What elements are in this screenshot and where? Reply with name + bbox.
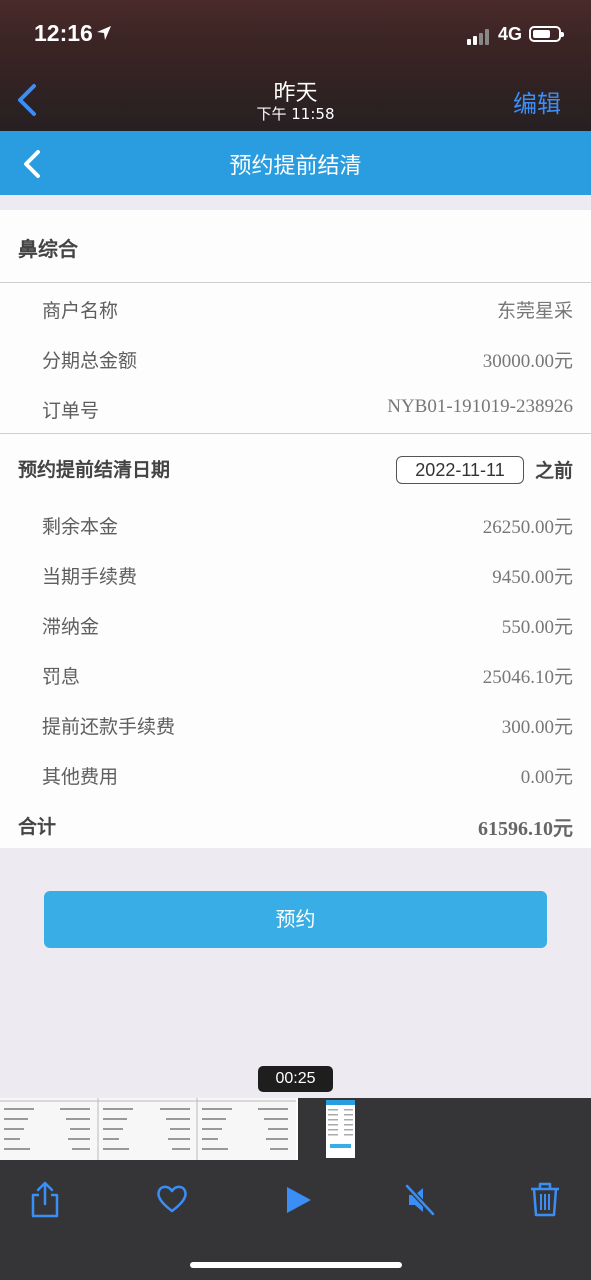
prepayment-fee-label: 提前还款手续费 [42, 716, 176, 738]
other-fees-label: 其他费用 [42, 766, 119, 788]
video-filmstrip[interactable] [0, 1098, 298, 1160]
video-timecode: 00:25 [258, 1066, 333, 1092]
late-fee-value: 550.00元 [501, 617, 573, 638]
app-header: 预约提前结清 [0, 131, 591, 195]
current-fee-value: 9450.00元 [492, 567, 573, 588]
heart-icon[interactable] [155, 1180, 189, 1218]
cell-signal-icon [467, 28, 493, 45]
late-fee-label: 滞纳金 [42, 616, 100, 638]
prepayment-fee-value: 300.00元 [501, 717, 573, 738]
muted-speaker-icon[interactable] [403, 1180, 437, 1218]
settlement-date-suffix: 之前 [534, 460, 573, 482]
video-thumbnail[interactable] [326, 1100, 355, 1158]
total-value: 61596.10元 [478, 818, 573, 840]
status-time: 12:16 [34, 20, 93, 46]
divider [0, 433, 591, 434]
merchant-value: 东莞星采 [496, 301, 573, 322]
battery-icon [529, 26, 564, 42]
order-number-value: NYB01-191019-238926 [387, 396, 573, 417]
divider [0, 282, 591, 283]
merchant-label: 商户名称 [42, 300, 119, 322]
edit-button[interactable]: 编辑 [513, 84, 561, 119]
play-icon[interactable] [283, 1180, 317, 1218]
remaining-principal-label: 剩余本金 [42, 516, 119, 538]
penalty-interest-label: 罚息 [42, 666, 81, 688]
trash-icon[interactable] [528, 1180, 562, 1218]
remaining-principal-value: 26250.00元 [482, 517, 573, 538]
penalty-interest-value: 25046.10元 [482, 667, 573, 688]
photo-viewer-header: 12:16 4G 昨天 下午 11:58 编辑 [0, 0, 591, 131]
current-fee-label: 当期手续费 [42, 566, 138, 588]
total-installment-value: 30000.00元 [482, 351, 573, 372]
reserve-button[interactable]: 预约 [44, 891, 547, 948]
page-title: 预约提前结清 [229, 154, 362, 179]
share-icon[interactable] [28, 1180, 62, 1218]
home-indicator [190, 1262, 402, 1268]
total-installment-label: 分期总金额 [42, 350, 138, 372]
order-number-label: 订单号 [42, 400, 100, 422]
product-name: 鼻综合 [18, 237, 78, 261]
total-label: 合计 [18, 816, 57, 838]
location-arrow-icon [97, 26, 111, 40]
network-type: 4G [498, 24, 523, 44]
settlement-date-field[interactable]: 2022-11-11 [396, 456, 524, 484]
settlement-date-label: 预约提前结清日期 [18, 459, 171, 481]
settlement-card: 鼻综合 商户名称 东莞星采 分期总金额 30000.00元 订单号 NYB01-… [0, 210, 591, 848]
photo-time-subtitle: 下午 11:58 [256, 105, 335, 123]
other-fees-value: 0.00元 [520, 767, 573, 788]
